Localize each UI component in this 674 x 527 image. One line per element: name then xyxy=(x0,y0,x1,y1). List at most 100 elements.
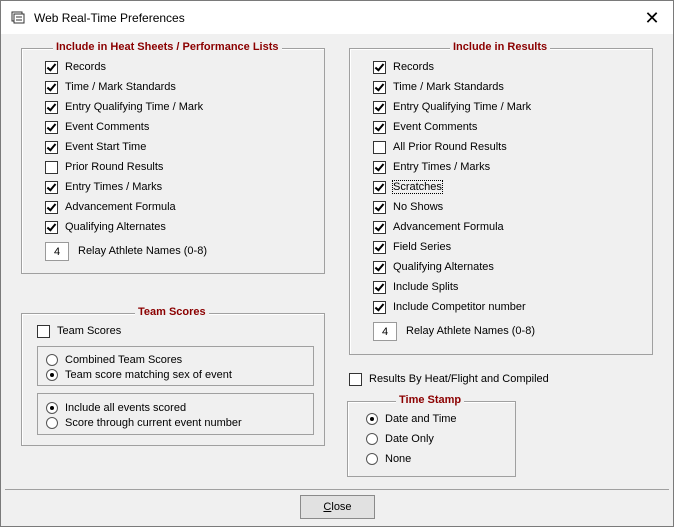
results-checkbox-10[interactable]: Qualifying Alternates xyxy=(373,259,494,275)
results-checkbox-label: Time / Mark Standards xyxy=(393,81,504,93)
heat-checkbox-label: Advancement Formula xyxy=(65,201,176,213)
radio-button xyxy=(366,453,378,465)
checkbox-box xyxy=(45,100,58,114)
checkbox-box xyxy=(45,160,58,174)
checkbox-box xyxy=(373,220,386,234)
heat-checkbox-label: Prior Round Results xyxy=(65,161,164,173)
close-button-mnemonic: C xyxy=(323,501,332,513)
heat-relay-label: Relay Athlete Names (0-8) xyxy=(78,245,207,257)
time-stamp-option-0-label: Date and Time xyxy=(385,413,457,425)
results-checkbox-4[interactable]: All Prior Round Results xyxy=(373,139,507,155)
team-scores-checkbox[interactable]: Team Scores xyxy=(37,323,121,339)
results-by-heat-checkbox[interactable]: Results By Heat/Flight and Compiled xyxy=(349,371,549,387)
checkbox-box xyxy=(45,120,58,134)
results-checkbox-9[interactable]: Field Series xyxy=(373,239,451,255)
results-checkbox-label: Records xyxy=(393,61,434,73)
results-checkbox-label: Qualifying Alternates xyxy=(393,261,494,273)
time-stamp-option-1-label: Date Only xyxy=(385,433,434,445)
checkbox-box xyxy=(373,60,386,74)
team-events-option-1-label: Score through current event number xyxy=(65,417,242,429)
checkbox-box xyxy=(45,140,58,154)
heat-checkbox-label: Records xyxy=(65,61,106,73)
results-checkbox-7[interactable]: No Shows xyxy=(373,199,443,215)
heat-checkbox-7[interactable]: Advancement Formula xyxy=(45,199,176,215)
results-checkbox-8[interactable]: Advancement Formula xyxy=(373,219,504,235)
checkbox-box xyxy=(373,80,386,94)
heat-relay-count-input[interactable]: 4 xyxy=(45,242,69,261)
preferences-dialog: Web Real-Time Preferences ✕ Include in H… xyxy=(0,0,674,527)
checkbox-box xyxy=(349,372,362,386)
checkbox-box xyxy=(45,200,58,214)
heat-checkbox-8[interactable]: Qualifying Alternates xyxy=(45,219,166,235)
checkbox-box xyxy=(373,280,386,294)
results-relay-label: Relay Athlete Names (0-8) xyxy=(406,325,535,337)
results-checkbox-1[interactable]: Time / Mark Standards xyxy=(373,79,504,95)
results-checkbox-5[interactable]: Entry Times / Marks xyxy=(373,159,490,175)
checkbox-box xyxy=(373,160,386,174)
team-sex-option-0-label: Combined Team Scores xyxy=(65,354,183,366)
checkbox-box xyxy=(45,180,58,194)
heat-checkbox-2[interactable]: Entry Qualifying Time / Mark xyxy=(45,99,203,115)
window-close-icon[interactable]: ✕ xyxy=(641,7,663,29)
results-checkbox-0[interactable]: Records xyxy=(373,59,434,75)
checkbox-box xyxy=(37,324,50,338)
results-checkbox-6[interactable]: Scratches xyxy=(373,179,443,195)
heat-checkbox-1[interactable]: Time / Mark Standards xyxy=(45,79,176,95)
checkbox-box xyxy=(45,60,58,74)
radio-button xyxy=(366,433,378,445)
team-scores-checkbox-label: Team Scores xyxy=(57,325,122,337)
time-stamp-option-0[interactable]: Date and Time xyxy=(366,411,457,427)
checkbox-box xyxy=(45,220,58,234)
results-checkbox-label: All Prior Round Results xyxy=(393,141,507,153)
heat-checkbox-label: Event Start Time xyxy=(65,141,147,153)
team-events-option-1[interactable]: Score through current event number xyxy=(46,415,242,431)
radio-button xyxy=(46,417,58,429)
results-checkbox-label: Event Comments xyxy=(393,121,478,133)
results-checkbox-3[interactable]: Event Comments xyxy=(373,119,477,135)
results-checkbox-2[interactable]: Entry Qualifying Time / Mark xyxy=(373,99,531,115)
results-by-heat-label: Results By Heat/Flight and Compiled xyxy=(369,373,549,385)
radio-button xyxy=(366,413,378,425)
time-stamp-option-1[interactable]: Date Only xyxy=(366,431,434,447)
heat-checkbox-0[interactable]: Records xyxy=(45,59,106,75)
heat-checkbox-3[interactable]: Event Comments xyxy=(45,119,149,135)
team-scores-legend: Team Scores xyxy=(135,306,209,318)
heat-checkbox-label: Qualifying Alternates xyxy=(65,221,166,233)
heat-checkbox-5[interactable]: Prior Round Results xyxy=(45,159,163,175)
results-legend: Include in Results xyxy=(450,41,551,53)
window-title: Web Real-Time Preferences xyxy=(34,11,185,25)
radio-button xyxy=(46,369,58,381)
time-stamp-option-2-label: None xyxy=(385,453,412,465)
results-checkbox-label: Field Series xyxy=(393,241,452,253)
heat-checkbox-4[interactable]: Event Start Time xyxy=(45,139,146,155)
radio-button xyxy=(46,402,58,414)
checkbox-box xyxy=(373,300,386,314)
team-sex-option-0[interactable]: Combined Team Scores xyxy=(46,352,182,368)
results-relay-count-input[interactable]: 4 xyxy=(373,322,397,341)
results-checkbox-label: Include Competitor number xyxy=(393,301,526,313)
checkbox-box xyxy=(373,200,386,214)
checkbox-box xyxy=(373,260,386,274)
checkbox-box xyxy=(373,120,386,134)
results-checkbox-label: Advancement Formula xyxy=(393,221,504,233)
close-button-label: lose xyxy=(331,501,352,513)
heat-checkbox-label: Time / Mark Standards xyxy=(65,81,176,93)
checkbox-box xyxy=(373,140,386,154)
results-checkbox-12[interactable]: Include Competitor number xyxy=(373,299,526,315)
heat-checkbox-6[interactable]: Entry Times / Marks xyxy=(45,179,162,195)
results-checkbox-label: No Shows xyxy=(393,201,444,213)
team-events-option-0[interactable]: Include all events scored xyxy=(46,400,186,416)
checkbox-box xyxy=(45,80,58,94)
title-bar: Web Real-Time Preferences ✕ xyxy=(1,1,673,34)
team-events-option-0-label: Include all events scored xyxy=(65,402,187,414)
radio-button xyxy=(46,354,58,366)
time-stamp-option-2[interactable]: None xyxy=(366,451,411,467)
time-stamp-legend: Time Stamp xyxy=(396,394,465,406)
results-checkbox-label: Include Splits xyxy=(393,281,459,293)
close-button[interactable]: Close xyxy=(300,495,375,519)
checkbox-box xyxy=(373,240,386,254)
results-checkbox-11[interactable]: Include Splits xyxy=(373,279,458,295)
team-sex-option-1[interactable]: Team score matching sex of event xyxy=(46,367,232,383)
results-checkbox-label: Entry Qualifying Time / Mark xyxy=(393,101,532,113)
team-sex-option-1-label: Team score matching sex of event xyxy=(65,369,232,381)
